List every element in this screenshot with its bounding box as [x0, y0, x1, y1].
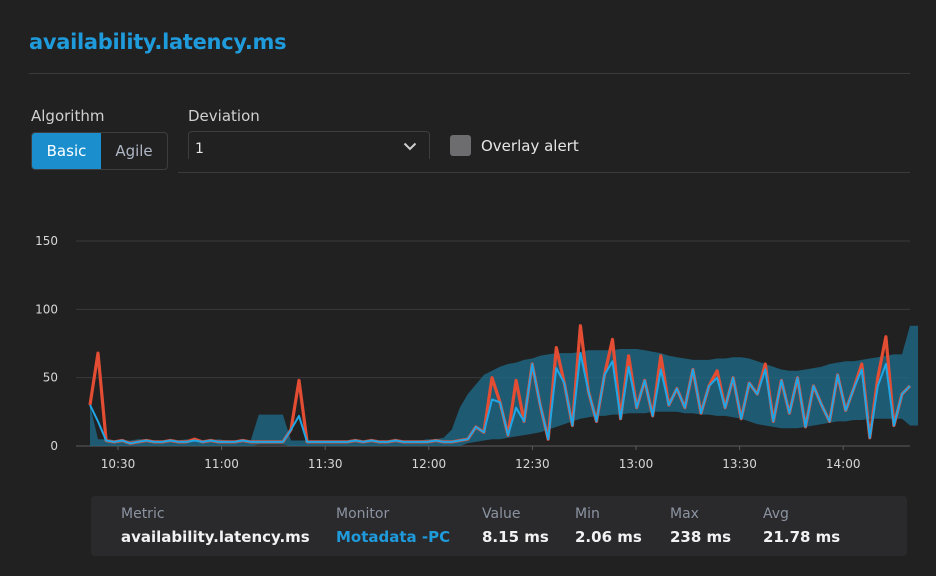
x-tick-label: 12:30 [515, 457, 550, 471]
deviation-select[interactable]: 1 [188, 131, 430, 159]
metric-value: availability.latency.ms [121, 528, 310, 546]
x-tick-label: 13:30 [722, 457, 757, 471]
latency-chart: 0 50 100 150 10:30 11:00 11:30 12:00 12:30 13:00 1… [35, 234, 918, 471]
metric-title: availability.latency.ms [29, 30, 287, 54]
max-header: Max [670, 506, 699, 522]
avg-header: Avg [763, 506, 789, 522]
overlay-alert-checkbox[interactable] [450, 135, 471, 156]
y-tick-label: 100 [35, 302, 58, 316]
monitor-header: Monitor [336, 506, 390, 522]
value-value: 8.15 ms [482, 528, 549, 546]
metric-header: Metric [121, 506, 165, 522]
deviation-label: Deviation [188, 107, 260, 125]
overlay-alert-label: Overlay alert [481, 137, 579, 155]
x-tick-label: 10:30 [101, 457, 136, 471]
algorithm-label: Algorithm [31, 107, 105, 125]
x-tick-label: 12:00 [412, 457, 447, 471]
algorithm-toggle[interactable]: Basic Agile [31, 132, 168, 170]
avg-value: 21.78 ms [763, 528, 841, 546]
algorithm-basic-button[interactable]: Basic [32, 133, 101, 169]
title-divider [29, 73, 910, 74]
deviation-band [90, 325, 918, 446]
y-tick-label: 150 [35, 234, 58, 248]
monitor-link[interactable]: Motadata -PC [336, 528, 450, 546]
min-header: Min [575, 506, 600, 522]
y-tick-label: 50 [43, 371, 58, 385]
algorithm-agile-button[interactable]: Agile [101, 133, 167, 169]
x-tick-label: 14:00 [826, 457, 861, 471]
deviation-underline [178, 172, 910, 173]
min-value: 2.06 ms [575, 528, 642, 546]
value-header: Value [482, 506, 521, 522]
metric-info-panel: Metric Monitor Value Min Max Avg availab… [91, 496, 907, 556]
x-tick-label: 11:30 [308, 457, 343, 471]
deviation-value: 1 [195, 141, 204, 157]
max-value: 238 ms [670, 528, 732, 546]
chevron-down-icon [403, 142, 417, 151]
x-tick-label: 11:00 [204, 457, 239, 471]
y-tick-label: 0 [50, 439, 58, 453]
x-tick-label: 13:00 [619, 457, 654, 471]
